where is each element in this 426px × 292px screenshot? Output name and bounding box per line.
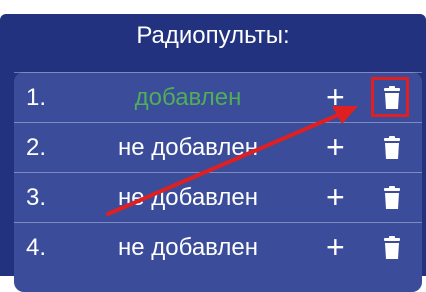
remote-index: 4. (26, 234, 47, 261)
delete-remote-button[interactable] (379, 135, 405, 161)
list-item-remote-2: 2. не добавлен + (14, 122, 422, 173)
delete-remote-button[interactable] (379, 185, 405, 211)
list-item-remote-3: 3. не добавлен + (14, 172, 422, 223)
add-remote-button[interactable]: + (326, 73, 345, 123)
add-remote-button[interactable]: + (326, 223, 345, 273)
screen: Радиопульты: 1. добавлен + 2. не добавле… (0, 0, 426, 292)
trash-icon (384, 236, 400, 259)
remote-index: 2. (26, 134, 47, 161)
remote-status: не добавлен (118, 184, 258, 211)
trash-icon (384, 186, 400, 209)
delete-remote-button[interactable] (379, 235, 405, 261)
trash-icon (384, 136, 400, 159)
remote-index: 3. (26, 184, 47, 211)
add-remote-button[interactable]: + (326, 123, 345, 173)
highlight-box (371, 77, 409, 117)
page-title: Радиопульты: (136, 22, 290, 49)
remote-status: не добавлен (118, 234, 258, 261)
remote-status: не добавлен (118, 134, 258, 161)
list-item-remote-1: 1. добавлен + (14, 72, 422, 123)
list-item-remote-4: 4. не добавлен + (14, 222, 422, 273)
add-remote-button[interactable]: + (326, 173, 345, 223)
remote-index: 1. (26, 84, 47, 111)
remote-status: добавлен (134, 84, 242, 111)
